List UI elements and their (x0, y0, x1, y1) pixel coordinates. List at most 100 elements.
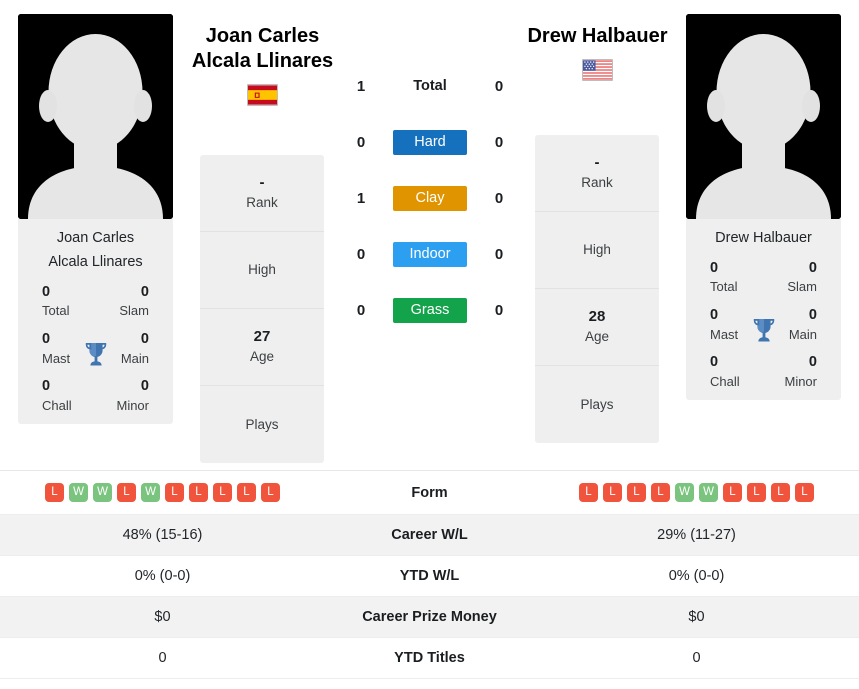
player-name-left[interactable]: Joan Carles Alcala Llinares (180, 24, 345, 106)
form-badge-l: L (651, 483, 670, 502)
surface-right-value: 0 (494, 133, 504, 151)
title-stat-slam-left: 0 Slam (96, 283, 164, 320)
info-label: Plays (580, 396, 614, 412)
surface-label-grass: Grass (393, 297, 467, 323)
info-age-left: 27 Age (200, 309, 324, 386)
title-stat-total-right: 0 Total (696, 259, 764, 296)
row-label-career-prize-money: Career Prize Money (362, 609, 497, 625)
surface-row-total: 1 Total 0 (345, 58, 515, 114)
player-comparison-page: Joan Carles Alcala Llinares 0 Total 0 Sl… (0, 0, 859, 689)
form-badge-w: W (141, 483, 160, 502)
avatar-silhouette-icon (18, 14, 173, 219)
info-high-right: High (535, 212, 659, 289)
player-name-left-line2: Alcala Llinares (191, 50, 334, 72)
table-row-form: LWWLWLLLLL Form LLLLWWLLLL (0, 471, 859, 515)
table-row-career-prize-money: $0 Career Prize Money $0 (0, 597, 859, 638)
surface-row-clay: 1 Clay 0 (345, 170, 515, 226)
player-name-right-line1: Drew Halbauer (527, 25, 668, 47)
surface-row-grass: 0 Grass 0 (345, 282, 515, 338)
title-stat-label: Total (710, 279, 738, 295)
title-stat-value: 0 (808, 259, 817, 276)
info-value: 28 (588, 308, 606, 326)
row-value-right: $0 (688, 609, 705, 625)
form-badge-l: L (747, 483, 766, 502)
form-badge-l: L (189, 483, 208, 502)
player-caption-right-line1: Drew Halbauer (715, 230, 812, 246)
form-badge-l: L (627, 483, 646, 502)
form-badge-l: L (45, 483, 64, 502)
title-stat-value: 0 (140, 283, 149, 300)
us-flag-icon (582, 59, 613, 81)
row-value-left: 48% (15-16) (122, 527, 203, 543)
surface-right-value: 0 (494, 301, 504, 319)
surface-right-value: 0 (494, 245, 504, 263)
player-name-right[interactable]: Drew Halbauer (505, 24, 690, 81)
surface-label-hard: Hard (393, 129, 467, 155)
surface-label-indoor: Indoor (393, 241, 467, 267)
surface-left-value: 0 (356, 133, 366, 151)
info-rank-left: - Rank (200, 155, 324, 232)
es-flag-icon (247, 84, 278, 106)
surface-row-indoor: 0 Indoor 0 (345, 226, 515, 282)
surface-left-value: 0 (356, 245, 366, 263)
form-badge-l: L (165, 483, 184, 502)
info-label: High (583, 242, 611, 258)
surface-row-hard: 0 Hard 0 (345, 114, 515, 170)
info-box-right: - Rank High 28 Age Plays (535, 135, 659, 443)
title-stat-chall-right: 0 Chall (696, 353, 764, 390)
form-strip-left: LWWLWLLLLL (0, 483, 325, 502)
titles-box-left: 0 Total 0 Slam 0 Mast 0 Main 0 Chall 0 M… (18, 280, 173, 425)
title-stat-label: Slam (119, 303, 149, 319)
player-name-left-line1: Joan Carles (205, 25, 320, 47)
form-badge-w: W (675, 483, 694, 502)
form-badge-w: W (699, 483, 718, 502)
title-stat-label: Minor (116, 397, 149, 413)
title-stat-chall-left: 0 Chall (28, 377, 96, 414)
title-stat-value: 0 (808, 354, 817, 371)
title-stat-total-left: 0 Total (28, 283, 96, 320)
trophy-icon (81, 339, 111, 369)
surface-right-value: 0 (494, 77, 504, 95)
form-badge-l: L (795, 483, 814, 502)
title-stat-value: 0 (710, 259, 719, 276)
row-label-career-wl: Career W/L (391, 527, 468, 543)
title-stat-value: 0 (42, 378, 51, 395)
player-caption-left: Joan Carles Alcala Llinares (18, 219, 173, 281)
form-badge-l: L (603, 483, 622, 502)
info-label: Rank (246, 194, 278, 210)
title-stat-minor-right: 0 Minor (764, 353, 832, 390)
player-photo-right (686, 14, 841, 219)
surface-label-clay: Clay (393, 185, 467, 211)
form-badge-l: L (261, 483, 280, 502)
row-value-right: 29% (11-27) (657, 527, 736, 543)
form-badge-w: W (93, 483, 112, 502)
form-badge-l: L (117, 483, 136, 502)
info-plays-left: Plays (200, 386, 324, 463)
title-stat-value: 0 (140, 378, 149, 395)
title-stat-label: Slam (787, 279, 817, 295)
player-card-left: Joan Carles Alcala Llinares 0 Total 0 Sl… (18, 14, 173, 425)
title-stat-value: 0 (42, 283, 51, 300)
surface-left-value: 1 (356, 189, 366, 207)
form-badge-l: L (237, 483, 256, 502)
title-stat-minor-left: 0 Minor (96, 377, 164, 414)
info-value: - (594, 154, 600, 172)
info-box-left: - Rank High 27 Age Plays (200, 155, 324, 463)
player-caption-left-line2: Alcala Llinares (48, 253, 143, 270)
title-stat-value: 0 (710, 354, 719, 371)
form-strip-right: LLLLWWLLLL (534, 483, 859, 502)
info-high-left: High (200, 232, 324, 309)
row-value-left: 0 (158, 650, 167, 666)
info-rank-right: - Rank (535, 135, 659, 212)
form-badge-l: L (771, 483, 790, 502)
surface-titles-comparison: 1 Total 0 0 Hard 0 1 Clay 0 0 Indoor 0 0 (345, 58, 515, 338)
info-plays-right: Plays (535, 366, 659, 443)
comparison-header: Joan Carles Alcala Llinares 0 Total 0 Sl… (0, 0, 859, 470)
info-value: 27 (253, 328, 271, 346)
surface-label-total: Total (413, 77, 447, 94)
player-caption-left-line1: Joan Carles (56, 230, 135, 246)
trophy-icon (749, 315, 779, 345)
info-label: Rank (581, 174, 613, 190)
form-badge-l: L (723, 483, 742, 502)
info-age-right: 28 Age (535, 289, 659, 366)
